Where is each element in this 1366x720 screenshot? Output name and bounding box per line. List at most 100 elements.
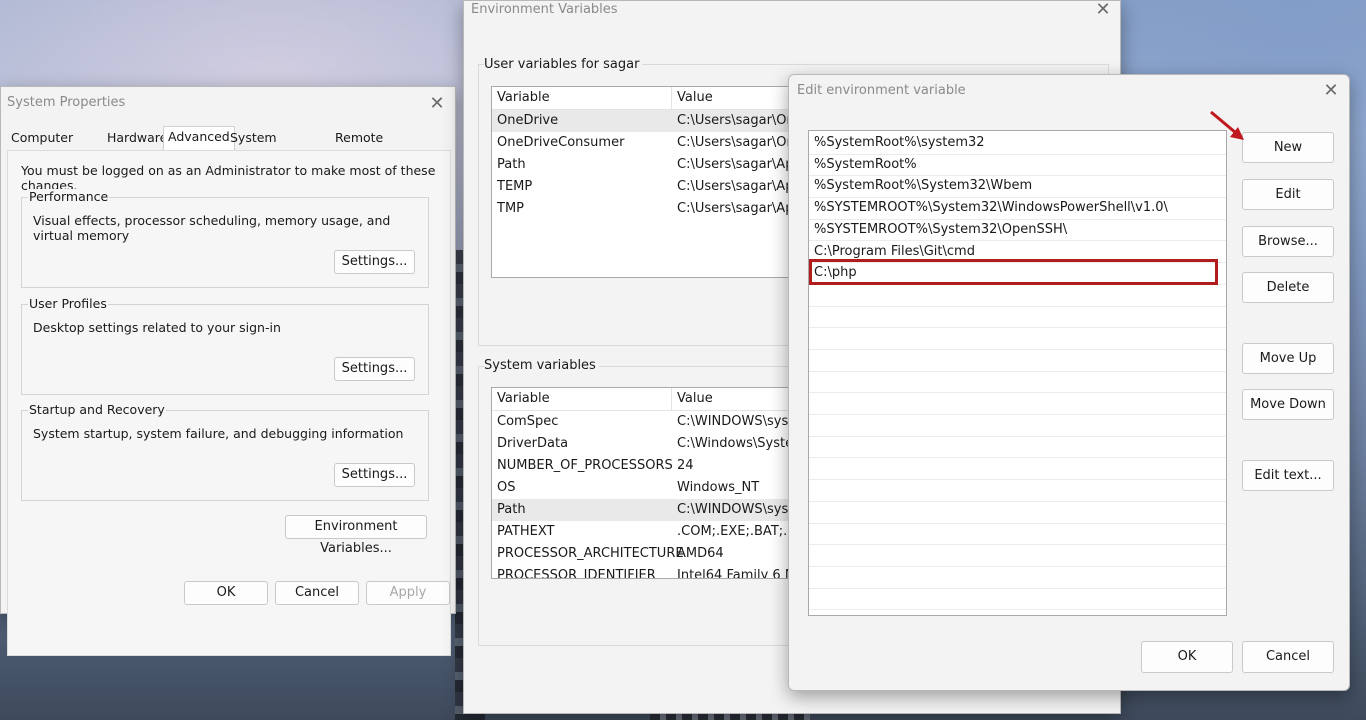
list-item-empty[interactable] (809, 567, 1226, 589)
variable-name: OneDrive (497, 113, 559, 128)
list-item-empty[interactable] (809, 545, 1226, 567)
move-up-button[interactable]: Move Up (1242, 343, 1334, 374)
user-profiles-settings-button[interactable]: Settings... (334, 357, 415, 381)
close-icon[interactable]: ✕ (1320, 80, 1342, 102)
group-label: User Profiles (28, 296, 108, 311)
column-header-variable[interactable]: Variable (497, 391, 550, 406)
table-row[interactable]: NUMBER_OF_PROCESSORS 24 (492, 455, 800, 477)
ok-button[interactable]: OK (184, 581, 268, 605)
variable-value: .COM;.EXE;.BAT;.CM (677, 524, 801, 539)
table-row[interactable]: PROCESSOR_ARCHITECTURE AMD64 (492, 543, 800, 565)
group-description: Visual effects, processor scheduling, me… (33, 213, 391, 243)
table-row[interactable]: PATHEXT .COM;.EXE;.BAT;.CM (492, 521, 800, 543)
path-entry-text: %SystemRoot%\system32 (814, 135, 985, 150)
column-header-value[interactable]: Value (677, 391, 713, 406)
performance-settings-button[interactable]: Settings... (334, 250, 415, 274)
list-item[interactable]: %SYSTEMROOT%\System32\WindowsPowerShell\… (809, 198, 1226, 220)
table-row[interactable]: Path C:\Users\sagar\App (492, 154, 800, 176)
performance-group: Performance Visual effects, processor sc… (21, 189, 429, 288)
table-row[interactable]: DriverData C:\Windows\Systen (492, 433, 800, 455)
variable-name: TMP (497, 201, 524, 216)
path-entry-text: %SYSTEMROOT%\System32\OpenSSH\ (814, 221, 1068, 237)
column-header-value[interactable]: Value (677, 90, 713, 105)
variable-name: TEMP (497, 179, 533, 194)
list-item-empty[interactable] (809, 393, 1226, 416)
tab-hardware[interactable]: Hardware (103, 128, 171, 150)
path-entry-text: C:\Program Files\Git\cmd (814, 243, 975, 259)
path-entries-list: %SystemRoot%\system32 %SystemRoot% %Syst… (808, 130, 1227, 616)
list-item-empty[interactable] (809, 459, 1226, 481)
variable-value: C:\Users\sagar\App (677, 179, 801, 194)
column-divider[interactable] (671, 87, 672, 109)
cancel-button[interactable]: Cancel (275, 581, 359, 605)
list-item-empty[interactable] (809, 589, 1226, 611)
list-item-empty[interactable] (809, 415, 1226, 437)
ok-button[interactable]: OK (1141, 641, 1233, 673)
system-variables-label: System variables (484, 358, 599, 373)
user-variables-label: User variables for sagar (484, 57, 643, 72)
path-entry-text: %SYSTEMROOT%\System32\WindowsPowerShell\… (814, 200, 1168, 216)
column-header-variable[interactable]: Variable (497, 90, 550, 105)
startup-recovery-settings-button[interactable]: Settings... (334, 463, 415, 487)
variable-value: Intel64 Family 6 Mo (677, 568, 801, 579)
table-row[interactable]: TEMP C:\Users\sagar\App (492, 176, 800, 198)
variable-name: PROCESSOR_ARCHITECTURE (497, 546, 684, 561)
variable-name: PROCESSOR_IDENTIFIER (497, 568, 656, 579)
window-title: Environment Variables (471, 2, 618, 17)
group-label: Startup and Recovery (28, 402, 166, 417)
tab-system-protection[interactable]: System Protection (226, 128, 297, 164)
browse-button[interactable]: Browse... (1242, 226, 1334, 257)
title-bar: Environment Variables ✕ (464, 0, 1120, 35)
variable-name: NUMBER_OF_PROCESSORS (497, 458, 673, 473)
group-description: System startup, system failure, and debu… (33, 426, 404, 441)
edit-text-button[interactable]: Edit text... (1242, 460, 1334, 491)
list-item-empty[interactable] (809, 372, 1226, 394)
delete-button[interactable]: Delete (1242, 272, 1334, 303)
table-row[interactable]: ComSpec C:\WINDOWS\syste (492, 411, 800, 433)
group-description: Desktop settings related to your sign-in (33, 320, 281, 335)
table-row[interactable]: Path C:\WINDOWS\syste (492, 499, 800, 521)
variable-name: ComSpec (497, 414, 559, 429)
list-item-empty[interactable] (809, 524, 1226, 546)
edit-button[interactable]: Edit (1242, 179, 1334, 210)
variable-value: AMD64 (677, 546, 724, 561)
list-item-empty[interactable] (809, 307, 1226, 329)
group-label: Performance (28, 189, 110, 204)
environment-variables-button[interactable]: Environment Variables... (285, 515, 427, 556)
move-down-button[interactable]: Move Down (1242, 389, 1334, 420)
table-row[interactable]: PROCESSOR_IDENTIFIER Intel64 Family 6 Mo (492, 565, 801, 579)
tab-remote[interactable]: Remote (331, 128, 387, 150)
list-item-empty[interactable] (809, 502, 1226, 524)
new-button[interactable]: New (1242, 132, 1334, 163)
edit-environment-variable-window: Edit environment variable ✕ %SystemRoot%… (788, 74, 1350, 691)
title-bar: System Properties ✕ (1, 87, 455, 121)
table-row[interactable]: TMP C:\Users\sagar\App (492, 198, 800, 220)
tab-computer-name[interactable]: Computer Name (7, 128, 77, 164)
tab-advanced[interactable]: Advanced (163, 126, 235, 150)
list-item-empty[interactable] (809, 328, 1226, 350)
list-item-empty[interactable] (809, 480, 1226, 502)
list-item[interactable]: %SystemRoot%\System32\Wbem (809, 176, 1226, 199)
system-variables-table: Variable Value ComSpec C:\WINDOWS\syste … (491, 387, 801, 579)
cancel-button[interactable]: Cancel (1242, 641, 1334, 673)
list-item-empty[interactable] (809, 437, 1226, 459)
close-icon[interactable]: ✕ (426, 93, 448, 115)
list-item[interactable]: %SystemRoot%\system32 (809, 133, 1226, 155)
title-bar: Edit environment variable ✕ (789, 75, 1349, 109)
variable-value: C:\Users\sagar\One (677, 113, 801, 128)
close-icon[interactable]: ✕ (1092, 0, 1114, 21)
list-item-empty[interactable] (809, 350, 1226, 372)
column-divider[interactable] (671, 388, 672, 410)
variable-value: Windows_NT (677, 480, 760, 495)
table-row[interactable]: OneDrive C:\Users\sagar\One (492, 110, 800, 132)
list-item[interactable]: %SystemRoot% (809, 155, 1226, 177)
table-row[interactable]: OneDriveConsumer C:\Users\sagar\One (492, 132, 800, 154)
variable-value: C:\WINDOWS\syste (677, 502, 801, 517)
variable-value: C:\WINDOWS\syste (677, 414, 801, 429)
apply-button[interactable]: Apply (366, 581, 450, 605)
table-row[interactable]: OS Windows_NT (492, 477, 800, 499)
variable-name: OS (497, 480, 516, 495)
list-item[interactable]: %SYSTEMROOT%\System32\OpenSSH\ (809, 220, 1226, 242)
list-item-empty[interactable] (809, 285, 1226, 307)
system-properties-window: System Properties ✕ Computer Name Hardwa… (0, 86, 456, 656)
